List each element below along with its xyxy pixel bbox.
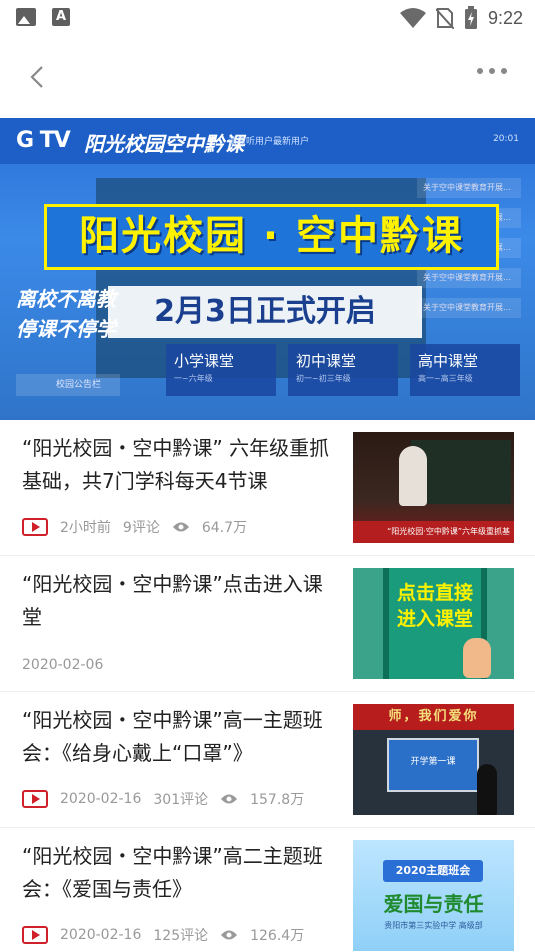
news-item[interactable]: “阳光校园・空中黔课” 六年级重抓基础，共7门学科每天4节课 2小时前 9评论 … xyxy=(0,420,535,556)
news-meta: 2小时前 9评论 64.7万 xyxy=(22,517,247,537)
slogan-line: 离校不离教 xyxy=(16,287,116,311)
banner-course-cards: 小学课堂 一~六年级 初中课堂 初一~初三年级 高中课堂 高一~高三年级 xyxy=(166,344,520,396)
news-title: “阳光校园・空中黔课” 六年级重抓基础，共7门学科每天4节课 xyxy=(22,436,330,493)
no-sim-icon xyxy=(435,8,454,29)
thumb-caption: “阳光校园·空中黔课”六年级重抓基 xyxy=(353,521,514,543)
course-card-senior: 高中课堂 高一~高三年级 xyxy=(410,344,520,396)
more-dot-icon xyxy=(501,68,507,74)
news-title: “阳光校园・空中黔课”高一主题班会：《给身心戴上“口罩”》 xyxy=(22,708,323,765)
news-title: “阳光校园・空中黔课”点击进入课堂 xyxy=(22,572,323,629)
news-item[interactable]: “阳光校园・空中黔课”高二主题班会：《爱国与责任》 2020-02-16 125… xyxy=(0,828,535,952)
news-thumbnail: “阳光校园·空中黔课”六年级重抓基 xyxy=(353,432,514,543)
chevron-left-icon xyxy=(30,66,43,88)
news-views: 157.8万 xyxy=(250,792,305,808)
eye-icon xyxy=(221,794,238,804)
navigation-bar xyxy=(0,36,535,118)
course-card-sub: 一~六年级 xyxy=(174,374,213,383)
thumb-screen-text: 开学第一课 xyxy=(410,757,456,767)
thumb-banner: 师，我们爱你 xyxy=(353,704,514,730)
more-dot-icon xyxy=(477,68,483,74)
news-item[interactable]: “阳光校园・空中黔课”高一主题班会：《给身心戴上“口罩”》 2020-02-16… xyxy=(0,692,535,828)
side-list-item: 关于空中课堂教育开展… xyxy=(417,178,521,198)
thumb-sub-text: 贵阳市第三实验中学 高级部 xyxy=(384,921,483,930)
banner-slogan: 离校不离教 停课不停学 xyxy=(16,284,116,344)
video-icon xyxy=(22,518,48,536)
news-meta: 2020-02-16 301评论 157.8万 xyxy=(22,789,304,809)
more-dot-icon xyxy=(489,68,495,74)
eye-icon xyxy=(221,930,238,940)
news-item[interactable]: “阳光校园・空中黔课”点击进入课堂 2020-02-06 点击直接进入课堂 xyxy=(0,556,535,692)
course-card-sub: 高一~高三年级 xyxy=(418,374,473,383)
banner-title: 阳光校园 · 空中黔课 xyxy=(44,204,499,270)
news-time: 2小时前 xyxy=(60,520,111,536)
thumb-presenter xyxy=(477,764,497,815)
banner-brand: 阳光校园空中黔课 xyxy=(84,132,244,156)
image-notification-icon xyxy=(16,8,36,26)
course-card-sub: 初一~初三年级 xyxy=(296,374,351,383)
banner-date: 2月3日正式开启 xyxy=(108,286,422,338)
status-bar: A 9:22 xyxy=(0,0,535,36)
news-feed: “阳光校园・空中黔课” 六年级重抓基础，共7门学科每天4节课 2小时前 9评论 … xyxy=(0,420,535,952)
news-views: 126.4万 xyxy=(250,928,305,944)
thumb-big-text: 爱国与责任 xyxy=(383,892,484,916)
news-time: 2020-02-06 xyxy=(22,657,104,673)
news-thumbnail: 点击直接进入课堂 xyxy=(353,568,514,679)
news-comments: 301评论 xyxy=(153,792,209,808)
course-card-label: 高中课堂 xyxy=(418,352,479,370)
bulletin-board-label: 校园公告栏 xyxy=(16,374,120,396)
news-time: 2020-02-16 xyxy=(60,927,142,943)
course-card-label: 小学课堂 xyxy=(174,352,235,370)
news-views: 64.7万 xyxy=(201,520,248,536)
thumb-teacher xyxy=(399,446,427,506)
thumb-text: 点击直接进入课堂 xyxy=(396,582,473,630)
side-list-item: 关于空中课堂教育开展… xyxy=(417,298,521,318)
side-list-item: 关于空中课堂教育开展… xyxy=(417,268,521,288)
hero-banner[interactable]: G TV 阳光校园空中黔课 请收听用户最新用户 20:01 关于空中课堂教育开展… xyxy=(0,118,535,420)
battery-charging-icon xyxy=(464,6,477,29)
pointing-hand-icon xyxy=(463,638,491,678)
news-comments: 125评论 xyxy=(153,928,209,944)
clock-time: 9:22 xyxy=(487,7,523,28)
news-comments: 9评论 xyxy=(122,520,160,536)
news-thumbnail: 2020主题班会 爱国与责任 贵阳市第三实验中学 高级部 xyxy=(353,840,514,951)
course-card-label: 初中课堂 xyxy=(296,352,357,370)
font-notification-icon: A xyxy=(52,8,70,26)
video-icon xyxy=(22,790,48,808)
more-options-button[interactable] xyxy=(477,68,507,74)
news-title: “阳光校园・空中黔课”高二主题班会：《爱国与责任》 xyxy=(22,844,323,901)
course-card-primary: 小学课堂 一~六年级 xyxy=(166,344,276,396)
banner-notice: 请收听用户最新用户 xyxy=(228,137,310,147)
news-time: 2020-02-16 xyxy=(60,791,142,807)
news-meta: 2020-02-16 125评论 126.4万 xyxy=(22,925,304,945)
course-card-junior: 初中课堂 初一~初三年级 xyxy=(288,344,398,396)
wifi-icon xyxy=(399,8,426,28)
eye-icon xyxy=(172,522,189,532)
video-icon xyxy=(22,926,48,944)
news-thumbnail: 师，我们爱你 开学第一课 xyxy=(353,704,514,815)
thumb-top-label: 2020主题班会 xyxy=(383,860,483,882)
gtv-logo: G TV xyxy=(16,128,71,153)
back-button[interactable] xyxy=(26,64,52,90)
slogan-line: 停课不停学 xyxy=(16,317,116,341)
news-meta: 2020-02-06 xyxy=(22,657,103,673)
banner-clock: 20:01 xyxy=(493,134,519,144)
